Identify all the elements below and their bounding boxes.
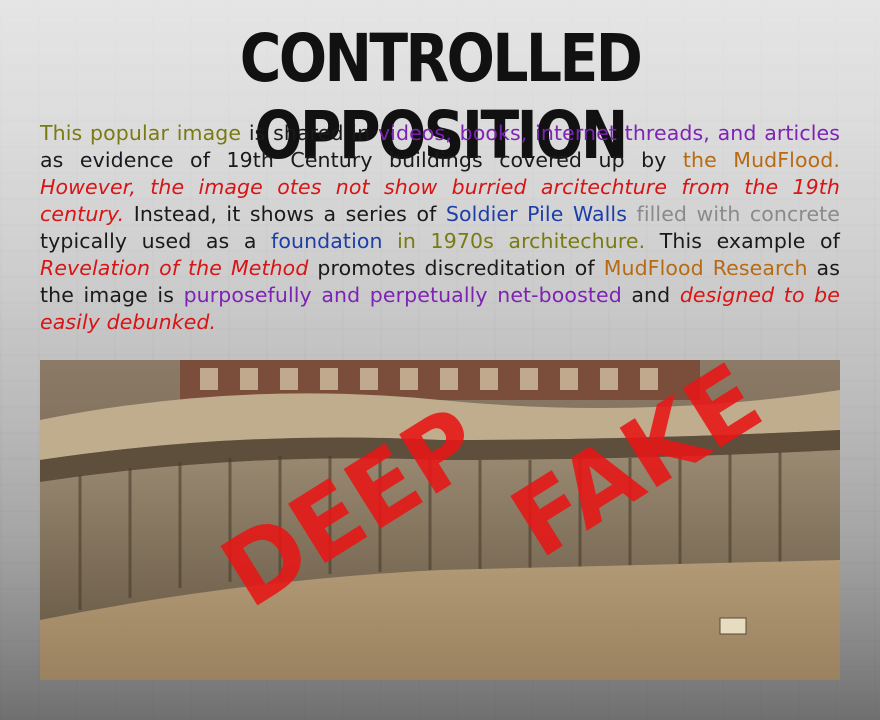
text-segment: typically used as a [40, 229, 272, 253]
text-segment-media: videos, books, internet threads, and art… [377, 121, 841, 145]
text-segment-net-boosted: purposefully and perpetually net-boosted [183, 283, 622, 307]
text-segment: as evidence of 19th Century buildings co… [40, 148, 683, 172]
text-segment-popular-image: This popular image [40, 121, 242, 145]
truck [719, 617, 747, 635]
text-segment-foundation: foundation [271, 229, 383, 253]
text-segment: is shared in [241, 121, 378, 145]
text-segment-concrete: filled with concrete [636, 202, 841, 226]
text-segment-mudflood: the MudFlood. [682, 148, 840, 172]
text-segment [627, 202, 637, 226]
text-segment-revelation: Revelation of the Method [40, 256, 309, 280]
text-segment: This example of [645, 229, 840, 253]
text-segment [383, 229, 398, 253]
text-segment: promotes discreditation of [308, 256, 604, 280]
description-paragraph: This popular image is shared in videos, … [40, 120, 840, 336]
text-segment: Instead, it shows a series of [124, 202, 446, 226]
excavation-photo: DEEP FAKE [40, 360, 840, 680]
text-segment-mudflood-research: MudFlood Research [603, 256, 808, 280]
text-segment-soldier-pile-walls: Soldier Pile Walls [445, 202, 627, 226]
text-segment-1970s: in 1970s architechure. [397, 229, 646, 253]
text-segment: and [621, 283, 680, 307]
excavation-photo-illustration: DEEP FAKE [40, 360, 840, 680]
